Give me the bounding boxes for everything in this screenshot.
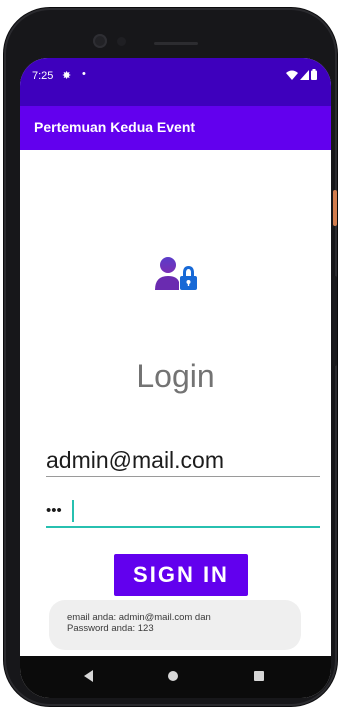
user-lock-icon — [155, 257, 197, 290]
password-field[interactable]: ••• — [46, 494, 320, 528]
proximity-sensor — [117, 37, 126, 46]
login-title: Login — [136, 358, 215, 394]
volume-button — [333, 276, 337, 366]
earpiece-speaker — [154, 42, 198, 45]
email-field[interactable]: admin@mail.com — [46, 444, 320, 477]
text-cursor — [72, 500, 74, 522]
power-button — [333, 190, 337, 226]
notification-dot-icon: • — [82, 68, 86, 80]
home-icon[interactable] — [168, 671, 178, 681]
app-title: Pertemuan Kedua Event — [34, 119, 196, 135]
status-icons — [286, 69, 317, 80]
battery-icon — [311, 69, 317, 80]
cell-signal-icon — [300, 69, 309, 80]
sign-in-button[interactable]: SIGN IN — [114, 554, 248, 596]
status-time: 7:25 — [32, 70, 54, 82]
toast-line-email: email anda: admin@mail.com dan — [67, 612, 211, 623]
toast-line-password: Password anda: 123 — [67, 623, 154, 634]
password-mask: ••• — [46, 502, 62, 519]
app-bar: Pertemuan Kedua Event — [20, 106, 331, 150]
wifi-icon — [286, 70, 298, 80]
front-camera — [93, 34, 107, 48]
recent-apps-icon[interactable] — [254, 671, 264, 681]
navigation-bar — [20, 656, 331, 698]
toast-text: email anda: admin@mail.com dan Password … — [67, 612, 287, 634]
settings-gear-icon: ✸ — [62, 70, 72, 82]
phone-frame: 7:25 ✸ • Pertemuan Kedua Event Login adm… — [4, 8, 337, 706]
status-bar: 7:25 ✸ • — [20, 58, 331, 106]
device-screen: 7:25 ✸ • Pertemuan Kedua Event Login adm… — [20, 58, 331, 698]
toast-message: email anda: admin@mail.com dan Password … — [49, 600, 301, 650]
back-icon[interactable] — [84, 670, 93, 682]
